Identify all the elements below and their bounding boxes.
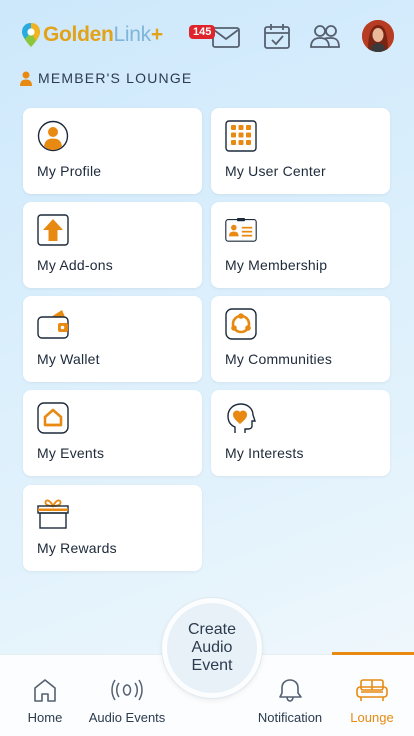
grid-icon	[225, 120, 257, 152]
card-label: My Add-ons	[37, 257, 113, 273]
card-my-events[interactable]: My Events	[23, 390, 202, 476]
communities-icon	[225, 308, 257, 340]
section-title: MEMBER'S LOUNGE	[38, 70, 193, 86]
heart-head-icon	[227, 403, 256, 433]
card-label: My Rewards	[37, 540, 117, 556]
card-my-communities[interactable]: My Communities	[211, 296, 390, 382]
sofa-icon	[356, 679, 388, 701]
profile-icon	[37, 120, 69, 152]
app-logo[interactable]: GoldenLink+	[20, 22, 163, 48]
nav-label: Home	[27, 710, 63, 725]
card-my-membership[interactable]: My Membership	[211, 202, 390, 288]
gift-icon	[37, 499, 69, 529]
avatar-image	[362, 20, 394, 52]
upload-arrow-icon	[37, 214, 69, 246]
calendar-check-icon[interactable]	[262, 22, 292, 50]
card-label: My User Center	[225, 163, 326, 179]
bell-chat-icon	[279, 679, 302, 702]
card-my-rewards[interactable]: My Rewards	[23, 485, 202, 571]
logo-text: GoldenLink+	[43, 23, 163, 46]
group-icon[interactable]	[310, 22, 340, 50]
card-my-profile[interactable]: My Profile	[23, 108, 202, 194]
card-my-wallet[interactable]: My Wallet	[23, 296, 202, 382]
create-audio-event-button[interactable]: Create Audio Event	[162, 598, 262, 698]
nav-item-notification[interactable]: Notification	[245, 655, 335, 736]
active-tab-indicator	[332, 652, 414, 655]
mail-badge: 145	[189, 25, 216, 39]
nav-label: Lounge	[350, 710, 394, 725]
app-header: GoldenLink+ 145	[0, 0, 414, 66]
card-my-interests[interactable]: My Interests	[211, 390, 390, 476]
nav-label: Notification	[257, 710, 323, 725]
card-label: My Communities	[225, 351, 333, 367]
nav-label: Audio Events	[88, 710, 166, 725]
location-pin-icon	[22, 23, 40, 47]
card-label: My Profile	[37, 163, 102, 179]
card-my-add-ons[interactable]: My Add-ons	[23, 202, 202, 288]
create-audio-event-label: Create Audio Event	[187, 621, 237, 674]
nav-item-audio-events[interactable]: Audio Events	[82, 655, 172, 736]
card-label: My Events	[37, 445, 105, 461]
events-icon	[37, 402, 69, 434]
broadcast-icon	[111, 679, 143, 701]
user-avatar[interactable]	[362, 20, 394, 52]
nav-item-lounge[interactable]: Lounge	[330, 655, 414, 736]
home-icon	[34, 679, 56, 702]
mail-icon[interactable]	[211, 22, 241, 50]
card-label: My Membership	[225, 257, 328, 273]
id-card-icon	[225, 218, 257, 242]
section-header: MEMBER'S LOUNGE	[20, 70, 192, 86]
nav-item-home[interactable]: Home	[0, 655, 90, 736]
card-label: My Interests	[225, 445, 304, 461]
card-my-user-center[interactable]: My User Center	[211, 108, 390, 194]
card-label: My Wallet	[37, 351, 100, 367]
person-icon	[20, 71, 32, 86]
wallet-icon	[37, 310, 69, 339]
